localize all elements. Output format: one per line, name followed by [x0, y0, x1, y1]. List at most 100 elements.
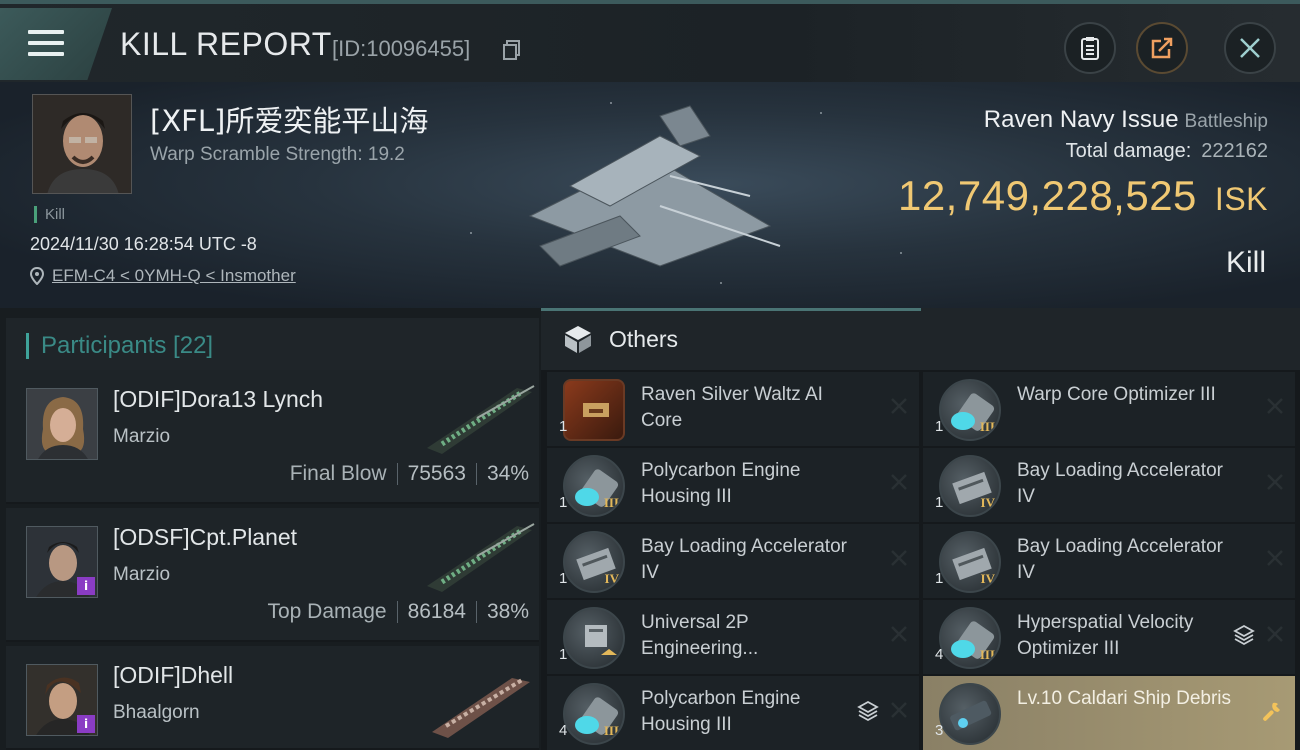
copy-icon[interactable] — [503, 40, 521, 60]
participant-name: [ODSF]Cpt.Planet — [113, 524, 298, 550]
participant-ship: Marzio — [113, 564, 171, 585]
bay-loading-icon: IV — [939, 531, 1001, 593]
hamburger-icon — [28, 30, 64, 58]
kill-location[interactable]: EFM-C4 < 0YMH-Q < Insmother — [30, 266, 296, 286]
participant-avatar[interactable]: i — [26, 526, 98, 598]
item-quantity: 4 — [559, 722, 568, 739]
destroyed-icon — [891, 550, 907, 566]
item-name: Warp Core Optimizer III — [1017, 384, 1216, 405]
ship-class: Battleship — [1184, 111, 1268, 132]
participant-row[interactable]: i [ODSF]Cpt.Planet Marzio Top Damage 861… — [6, 508, 539, 642]
isk-unit: ISK — [1214, 181, 1268, 217]
item-quantity: 1 — [935, 570, 944, 587]
item-card[interactable]: IV 1 Bay Loading Accelerator IV — [923, 524, 1295, 598]
share-icon — [1151, 37, 1173, 59]
item-card[interactable]: IV 1 Bay Loading Accelerator IV — [923, 448, 1295, 522]
kill-timestamp: 2024/11/30 16:28:54 UTC -8 — [30, 234, 257, 254]
optimizer-icon: III — [939, 607, 1001, 669]
stack-icon[interactable] — [857, 700, 879, 722]
participants-title: Participants [22] — [41, 332, 214, 359]
engine-housing-icon: III — [563, 455, 625, 517]
participant-damage: 86184 — [407, 600, 466, 623]
bay-loading-icon: IV — [939, 455, 1001, 517]
item-name: Polycarbon Engine Housing III — [641, 688, 801, 735]
participant-percent: 34% — [486, 462, 529, 485]
item-quantity: 1 — [559, 418, 568, 435]
clipboard-icon — [1081, 37, 1099, 60]
item-quantity: 1 — [935, 418, 944, 435]
others-panel: Others 1 Raven Silver Waltz AI Core III … — [541, 308, 1300, 750]
ai-core-icon — [563, 379, 625, 441]
victim-name: [XFL]所爱奕能平山海 — [150, 104, 429, 138]
ship-image — [432, 678, 530, 738]
wrench-icon[interactable] — [1259, 700, 1283, 724]
others-title: Others — [609, 325, 679, 352]
cube-icon — [565, 326, 591, 353]
participant-avatar[interactable]: i — [26, 664, 98, 736]
optimizer-icon: III — [939, 379, 1001, 441]
item-quantity: 1 — [559, 646, 568, 663]
header-accent-bar — [26, 333, 29, 359]
stack-icon[interactable] — [1233, 624, 1255, 646]
victim-avatar[interactable] — [32, 94, 132, 194]
destroyed-icon — [891, 474, 907, 490]
item-quantity: 4 — [935, 646, 944, 663]
destroyed-icon — [1267, 398, 1283, 414]
total-damage-label: Total damage: — [1065, 140, 1192, 162]
participant-name: [ODIF]Dora13 Lynch — [113, 386, 324, 412]
tier-label: IV — [980, 571, 995, 586]
participant-row[interactable]: [ODIF]Dora13 Lynch Marzio Final Blow 755… — [6, 370, 539, 504]
participant-role: Top Damage — [267, 600, 387, 623]
participant-stats: Final Blow 75563 34% — [290, 462, 529, 486]
menu-button[interactable] — [0, 8, 112, 80]
ship-type: Raven Navy Issue — [983, 106, 1179, 133]
engine-housing-icon: III — [563, 683, 625, 745]
clipboard-button[interactable] — [1064, 22, 1116, 74]
tier-label: IV — [980, 495, 995, 510]
ship-image — [427, 385, 535, 454]
warp-scramble-strength: Warp Scramble Strength: 19.2 — [150, 144, 405, 165]
item-quantity: 3 — [935, 722, 944, 739]
isk-amount: 12,749,228,525 — [897, 172, 1197, 219]
pilot-portrait-icon — [27, 389, 97, 459]
item-name: Lv.10 Caldari Ship Debris — [1017, 688, 1232, 709]
total-damage: Total damage: 222162 — [1066, 140, 1268, 163]
item-quantity: 1 — [559, 570, 568, 587]
others-header[interactable]: Others — [541, 308, 1300, 370]
participant-row[interactable]: i [ODIF]Dhell Bhaalgorn — [6, 646, 539, 750]
debris-icon — [939, 683, 1001, 745]
result-label: Kill — [1225, 246, 1266, 279]
item-name: Bay Loading Accelerator IV — [641, 536, 847, 583]
item-card[interactable]: IV 1 Bay Loading Accelerator IV — [547, 524, 919, 598]
item-card[interactable]: III 4 Hyperspatial Velocity Optimizer II… — [923, 600, 1295, 674]
kill-tag: Kill — [34, 206, 65, 223]
total-damage-value: 222162 — [1201, 140, 1268, 162]
participant-avatar[interactable] — [26, 388, 98, 460]
item-card[interactable]: III 1 Warp Core Optimizer III — [923, 372, 1295, 446]
item-card[interactable]: III 4 Polycarbon Engine Housing III — [547, 676, 919, 750]
item-card[interactable]: 1 Universal 2P Engineering... — [547, 600, 919, 674]
participants-header[interactable]: Participants [22] — [6, 318, 539, 374]
tier-label: III — [979, 419, 995, 434]
ship-name: Raven Navy Issue Battleship — [984, 106, 1268, 134]
location-link[interactable]: EFM-C4 < 0YMH-Q < Insmother — [52, 266, 296, 286]
participant-ship: Bhaalgorn — [113, 702, 200, 723]
participant-percent: 38% — [486, 600, 529, 623]
share-button[interactable] — [1136, 22, 1188, 74]
item-card[interactable]: III 1 Polycarbon Engine Housing III — [547, 448, 919, 522]
item-card[interactable]: 1 Raven Silver Waltz AI Core — [547, 372, 919, 446]
destroyed-icon — [1267, 474, 1283, 490]
pilot-portrait-icon — [33, 95, 131, 193]
item-quantity: 1 — [559, 494, 568, 511]
bay-loading-icon: IV — [563, 531, 625, 593]
participants-panel: Participants [22] [ODIF]Dora13 Lynch Mar… — [0, 308, 541, 750]
participant-stats: Top Damage 86184 38% — [267, 600, 529, 624]
close-icon — [1240, 38, 1260, 58]
close-button[interactable] — [1224, 22, 1276, 74]
destroyed-icon — [1267, 626, 1283, 642]
participant-name: [ODIF]Dhell — [113, 662, 234, 688]
tier-label: III — [603, 723, 619, 738]
ship-image — [427, 523, 535, 592]
item-quantity: 1 — [935, 494, 944, 511]
item-card[interactable]: 3 Lv.10 Caldari Ship Debris — [923, 676, 1295, 750]
